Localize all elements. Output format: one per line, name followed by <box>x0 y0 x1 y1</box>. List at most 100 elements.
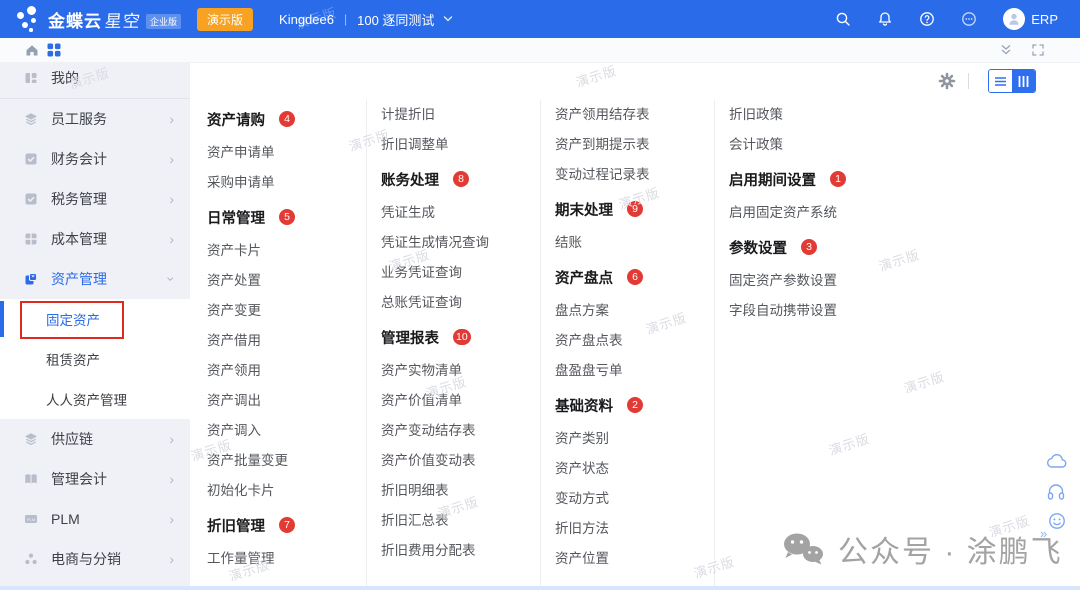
organization-switcher[interactable]: 100 逐同测试 <box>357 10 434 29</box>
menu-item[interactable]: 盘点方案 <box>555 296 714 326</box>
menu-item[interactable]: 资产位置 <box>555 544 714 574</box>
brand: 金蝶云 星空 企业版 <box>48 7 181 32</box>
menu-group-header: 资产盘点6 <box>555 258 714 296</box>
menu-item[interactable]: 折旧费用分配表 <box>381 536 540 566</box>
menu-item[interactable]: 资产领用 <box>207 356 366 386</box>
menu-item[interactable]: 会计政策 <box>729 130 929 160</box>
sidebar-item-label: 成本管理 <box>51 229 107 249</box>
count-badge: 2 <box>627 397 643 413</box>
menu-item[interactable]: 固定资产参数设置 <box>729 266 929 296</box>
menu-item[interactable]: 资产卡片 <box>207 236 366 266</box>
count-badge: 1 <box>830 171 846 187</box>
menu-group-header: 基础资料 2 <box>555 386 714 424</box>
menu-item[interactable]: 资产变更 <box>207 296 366 326</box>
sidebar-item-3[interactable]: 税务管理› <box>0 179 190 219</box>
menu-item[interactable]: 折旧调整单 <box>381 130 540 160</box>
cloud-icon[interactable] <box>1046 452 1068 470</box>
column-view-button[interactable] <box>1012 70 1035 92</box>
menu-item[interactable]: 折旧政策 <box>729 100 929 130</box>
menu-item[interactable]: 资产盘点表 <box>555 326 714 356</box>
menu-item[interactable]: 结账 <box>555 228 714 258</box>
sidebar-subitem-7[interactable]: 租赁资产 <box>0 339 190 379</box>
sidebar-item-label: 员工服务 <box>51 109 107 129</box>
menu-item[interactable]: 计提折旧 <box>381 100 540 130</box>
fixed-asset-mega-menu: 资产请购4资产申请单采购申请单日常管理5资产卡片资产处置资产变更资产借用资产领用… <box>193 100 929 590</box>
plm-icon: PLM <box>24 512 38 526</box>
employee-service-icon <box>24 112 38 126</box>
count-badge: 10 <box>453 329 471 345</box>
sidebar-item-2[interactable]: 财务会计› <box>0 139 190 179</box>
search-icon[interactable] <box>835 11 851 27</box>
menu-item[interactable]: 业务凭证查询 <box>381 258 540 288</box>
menu-item[interactable]: 资产价值变动表 <box>381 446 540 476</box>
menu-item[interactable]: 资产调出 <box>207 386 366 416</box>
count-badge: 8 <box>453 171 469 187</box>
menu-item[interactable]: 盘盈盘亏单 <box>555 356 714 386</box>
menu-group-label: 基础资料 <box>555 395 613 416</box>
count-badge: 9 <box>627 201 643 217</box>
bottom-edge-strip <box>0 586 1080 590</box>
expand-icon[interactable] <box>1030 42 1046 58</box>
management-accounting-icon <box>24 472 38 486</box>
menu-item[interactable]: 字段自动携带设置 <box>729 296 929 326</box>
sidebar-item-9[interactable]: 供应链› <box>0 419 190 459</box>
sidebar-item-5[interactable]: 资产管理› <box>0 259 190 299</box>
sidebar-item-1[interactable]: 员工服务› <box>0 99 190 139</box>
menu-item[interactable]: 变动过程记录表 <box>555 160 714 190</box>
sidebar-item-4[interactable]: 成本管理› <box>0 219 190 259</box>
menu-item[interactable]: 资产领用结存表 <box>555 100 714 130</box>
menu-item[interactable]: 初始化卡片 <box>207 476 366 506</box>
menu-group-label: 期末处理 <box>555 199 613 220</box>
headset-icon[interactable] <box>1046 482 1066 502</box>
sidebar-item-11[interactable]: PLMPLM› <box>0 499 190 539</box>
selected-indicator-bar <box>0 301 4 337</box>
collapse-double-chevron-icon[interactable] <box>998 42 1014 58</box>
menu-group-header: 启用期间设置 1 <box>729 160 929 198</box>
menu-item[interactable]: 启用固定资产系统 <box>729 198 929 228</box>
menu-item[interactable]: 资产处置 <box>207 266 366 296</box>
gear-icon[interactable] <box>938 72 956 90</box>
sidebar-item-0[interactable]: 我的 <box>0 58 190 98</box>
view-switcher <box>988 69 1036 93</box>
menu-item[interactable]: 资产价值清单 <box>381 386 540 416</box>
assistant-icon[interactable] <box>961 11 977 27</box>
menu-item[interactable]: 工作量管理 <box>207 544 366 574</box>
sidebar: 我的员工服务›财务会计›税务管理›成本管理›资产管理›固定资产租赁资产人人资产管… <box>0 58 190 586</box>
menu-item[interactable]: 凭证生成情况查询 <box>381 228 540 258</box>
more-chevrons-icon[interactable]: » <box>1040 526 1047 541</box>
menu-group-header: 期末处理 9 <box>555 190 714 228</box>
sidebar-subitem-6[interactable]: 固定资产 <box>0 299 190 339</box>
menu-item[interactable]: 资产借用 <box>207 326 366 356</box>
menu-column-1: 资产请购4资产申请单采购申请单日常管理5资产卡片资产处置资产变更资产借用资产领用… <box>193 100 367 586</box>
menu-item[interactable]: 资产实物清单 <box>381 356 540 386</box>
menu-item[interactable]: 资产批量变更 <box>207 446 366 476</box>
menu-item[interactable]: 变动方式 <box>555 484 714 514</box>
menu-item[interactable]: 资产申请单 <box>207 138 366 168</box>
home-icon[interactable] <box>24 42 40 58</box>
menu-item[interactable]: 折旧汇总表 <box>381 506 540 536</box>
menu-item[interactable]: 总账凭证查询 <box>381 288 540 318</box>
menu-item[interactable]: 资产类别 <box>555 424 714 454</box>
sidebar-item-10[interactable]: 管理会计› <box>0 459 190 499</box>
menu-item[interactable]: 折旧方法 <box>555 514 714 544</box>
sidebar-subitem-8[interactable]: 人人资产管理 <box>0 379 190 419</box>
apps-grid-icon[interactable] <box>46 42 62 58</box>
sidebar-item-12[interactable]: 电商与分销› <box>0 539 190 579</box>
menu-item[interactable]: 采购申请单 <box>207 168 366 198</box>
menu-item[interactable]: 资产状态 <box>555 454 714 484</box>
menu-item[interactable]: 资产变动结存表 <box>381 416 540 446</box>
menu-group-label: 启用期间设置 <box>729 169 816 190</box>
menu-item[interactable]: 资产调入 <box>207 416 366 446</box>
smiley-icon[interactable] <box>1048 512 1066 530</box>
bell-icon[interactable] <box>877 11 893 27</box>
menu-item[interactable]: 资产到期提示表 <box>555 130 714 160</box>
menu-item[interactable]: 凭证生成 <box>381 198 540 228</box>
sidebar-subitem-label: 人人资产管理 <box>46 389 127 409</box>
menu-item[interactable]: 折旧明细表 <box>381 476 540 506</box>
svg-text:PLM: PLM <box>27 517 35 522</box>
menu-group-label: 资产盘点 <box>555 267 613 288</box>
org-chevron-down-icon[interactable] <box>442 13 454 25</box>
help-icon[interactable] <box>919 11 935 27</box>
list-view-button[interactable] <box>989 70 1012 92</box>
user-menu[interactable]: ERP <box>1003 8 1058 30</box>
